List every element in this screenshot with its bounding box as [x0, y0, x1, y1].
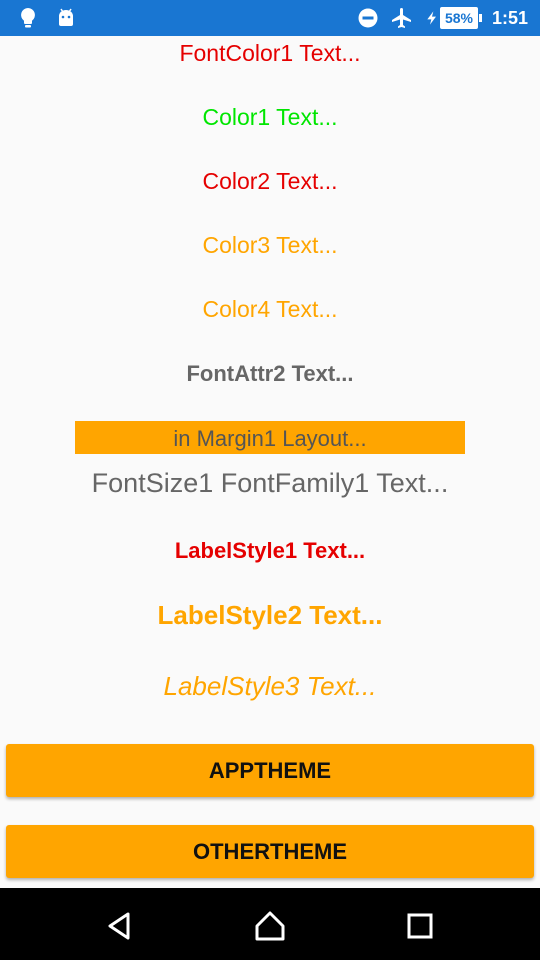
home-icon[interactable]	[252, 908, 288, 944]
color4-label: Color4 Text...	[202, 296, 338, 322]
margin1-layout-label: in Margin1 Layout...	[75, 421, 465, 454]
recent-apps-icon[interactable]	[402, 908, 438, 944]
battery-indicator: 58%	[424, 7, 482, 29]
airplane-mode-icon	[391, 8, 411, 28]
do-not-disturb-icon	[358, 8, 378, 28]
battery-percent: 58%	[439, 7, 478, 29]
font-color1-label: FontColor1 Text...	[179, 40, 361, 66]
font-attr2-label: FontAttr2 Text...	[186, 361, 354, 386]
battery-icon	[478, 14, 482, 22]
label-style1: LabelStyle1 Text...	[174, 538, 366, 563]
color1-label: Color1 Text...	[202, 104, 338, 130]
other-theme-button[interactable]: OTHERTHEME	[6, 825, 534, 878]
color2-label: Color2 Text...	[202, 168, 338, 194]
bulb-icon	[21, 8, 35, 28]
android-icon	[59, 8, 73, 26]
main-content: FontColor1 Text... Color1 Text... Color2…	[0, 36, 540, 888]
label-style3: LabelStyle3 Text...	[163, 671, 377, 701]
clock: 1:51	[491, 7, 528, 28]
label-style2: LabelStyle2 Text...	[157, 600, 383, 630]
notification-icons	[16, 6, 78, 30]
status-bar: 58% 1:51	[0, 0, 540, 36]
back-icon[interactable]	[102, 908, 138, 944]
system-icons: 58% 1:51	[356, 6, 528, 30]
color3-label: Color3 Text...	[202, 232, 338, 258]
app-theme-button[interactable]: APPTHEME	[6, 744, 534, 797]
font-size1-label: FontSize1 FontFamily1 Text...	[91, 468, 449, 498]
charging-bolt-icon	[427, 11, 436, 25]
navigation-bar	[0, 888, 540, 960]
